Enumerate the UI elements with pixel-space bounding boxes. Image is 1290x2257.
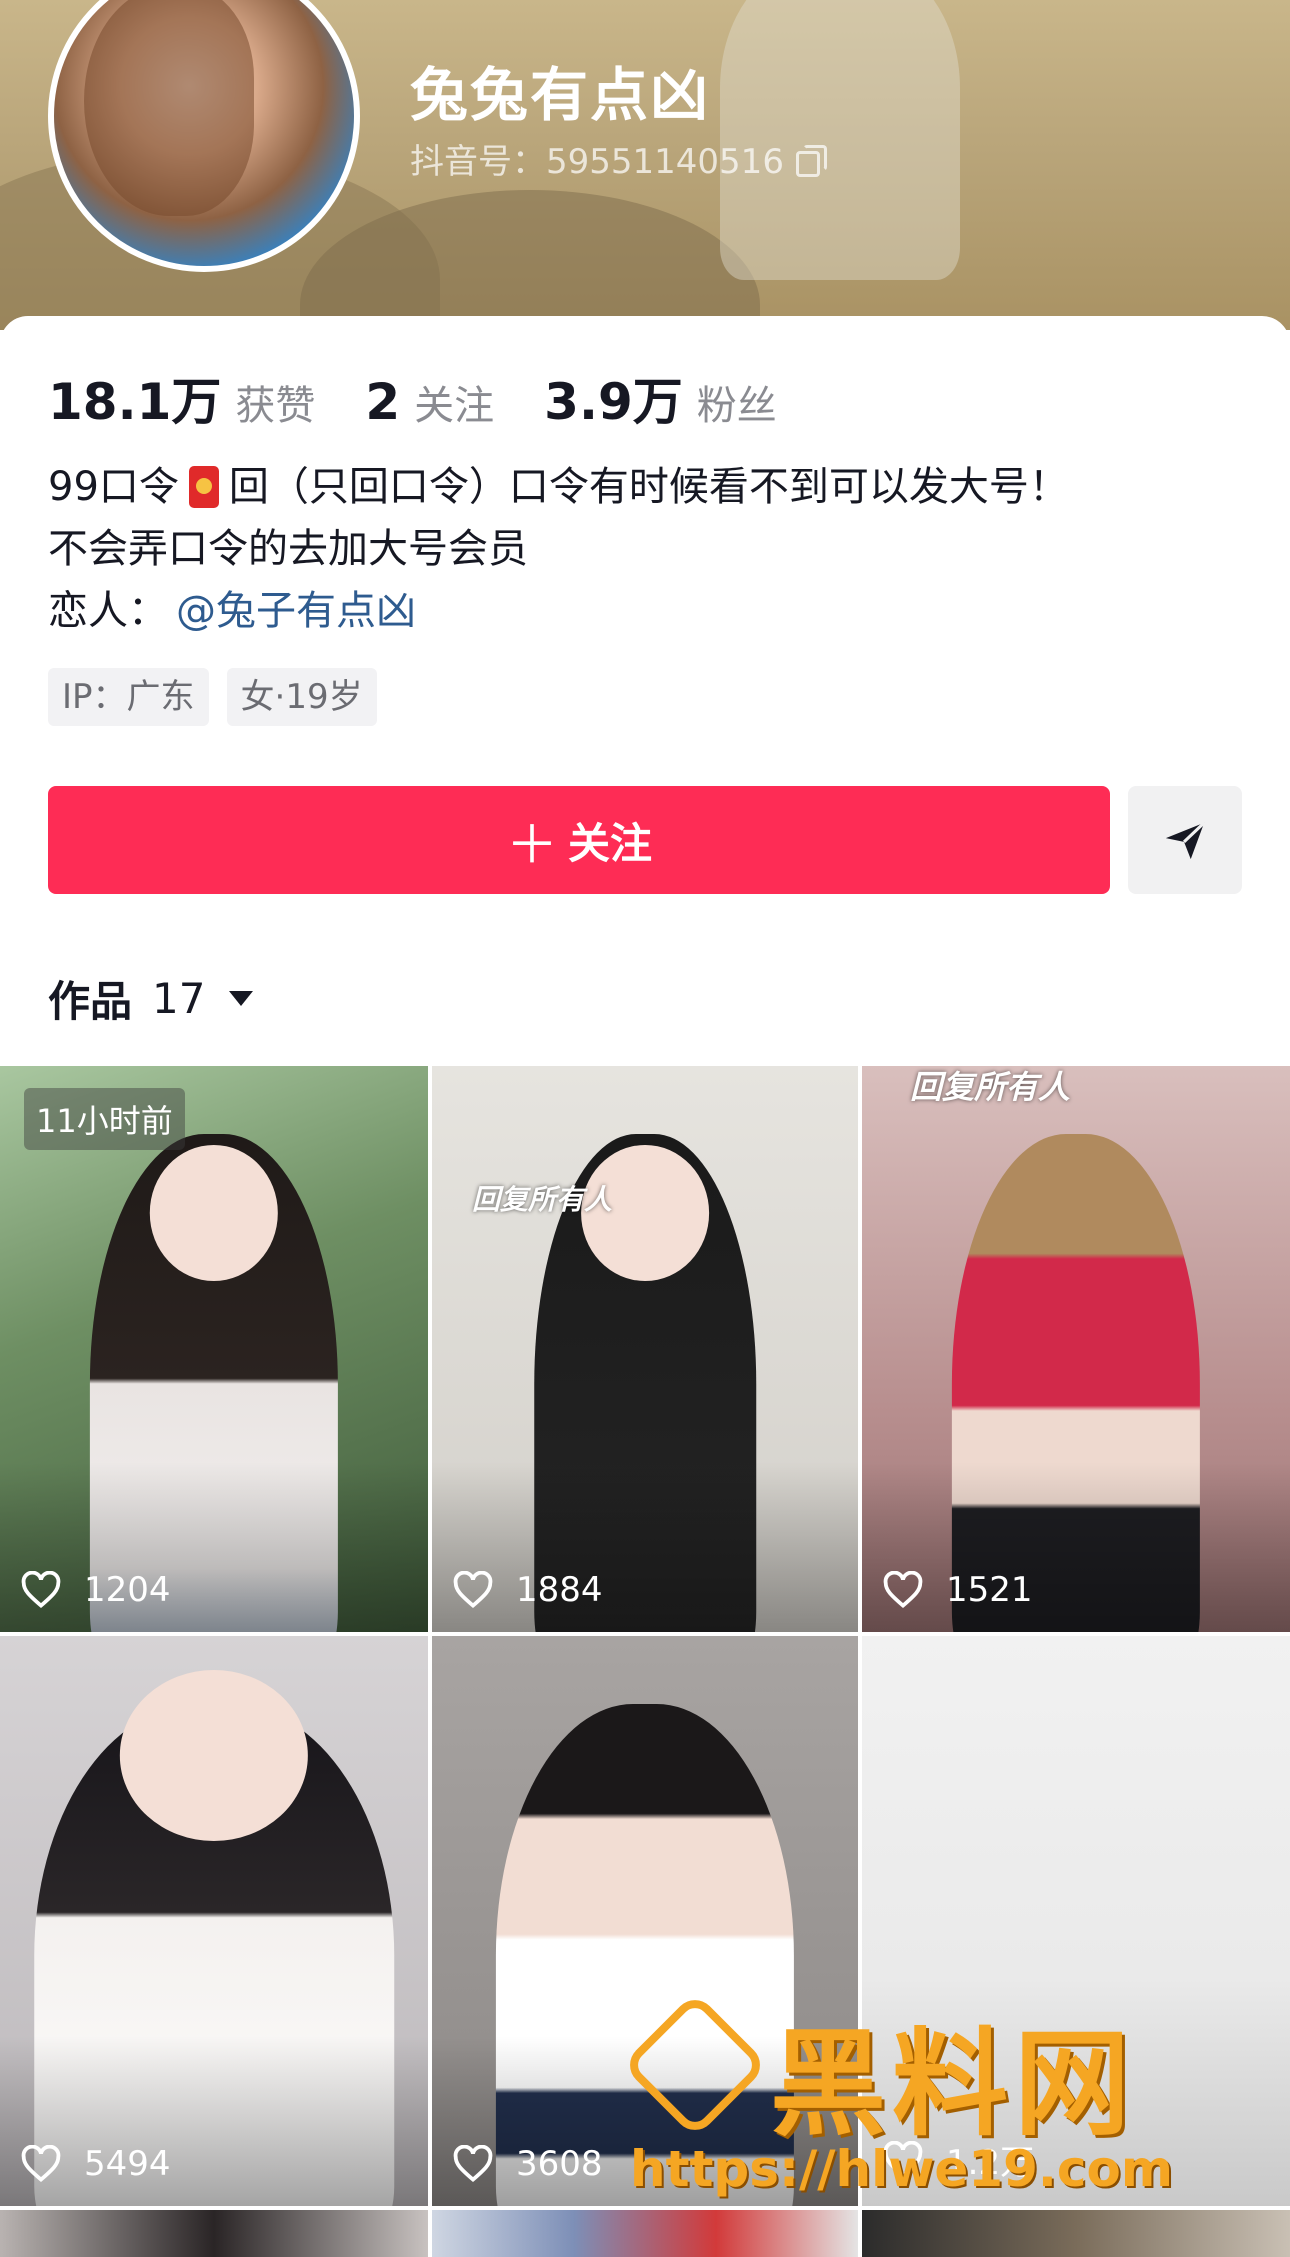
like-count: 1521 [882,1570,1033,1610]
follow-button[interactable]: ＋ 关注 [48,786,1110,894]
video-thumbnail[interactable]: 5494 [0,1636,428,2206]
stat-likes[interactable]: 18.1万 获赞 [48,362,315,434]
watermark-url: https://hlwe19.com [630,2140,1173,2198]
red-packet-icon [188,466,219,508]
like-count-text: 3608 [516,2144,603,2184]
works-count: 17 [152,974,206,1023]
heart-icon [21,2145,61,2183]
bio-partner-label: 恋人： [48,588,168,634]
site-watermark: 黑料网 https://hlwe19.com [621,1990,1250,2200]
video-overlay-text: 回复所有人 [472,1183,613,1216]
caret-down-icon [229,991,254,1006]
bio-line: 恋人： @兔子有点凶 [48,580,1069,642]
like-count-text: 1204 [84,1570,171,1610]
like-count-text: 1521 [946,1570,1033,1610]
heart-icon [453,1571,493,1609]
video-thumbnail[interactable] [432,2210,858,2257]
stat-followers-count: 3.9万 [544,373,683,431]
partner-mention-link[interactable]: @兔子有点凶 [176,580,416,642]
like-count: 1204 [20,1570,171,1610]
watermark-logo-icon [621,1991,769,2139]
ip-location-tag: IP：广东 [48,668,209,726]
heart-icon [883,1571,923,1609]
stat-following[interactable]: 2 关注 [365,373,494,431]
bio-line: 99口令 回（只回口令）口令有时候看不到可以发大号！ [48,456,1069,518]
profile-stats: 18.1万 获赞 2 关注 3.9万 粉丝 [48,362,827,434]
stat-following-count: 2 [365,373,401,431]
stat-followers[interactable]: 3.9万 粉丝 [544,362,777,434]
stat-following-label: 关注 [414,383,495,429]
works-label: 作品 [48,977,133,1026]
video-overlay-text: 回复所有人 [910,1068,1071,1106]
copy-icon[interactable] [795,144,827,177]
watermark-brand: 黑料网 [770,2017,1136,2152]
bio-text: 99口令 [48,464,179,510]
video-thumbnail[interactable]: 回复所有人 1521 [862,1066,1290,1632]
like-count: 1884 [452,1570,603,1610]
like-count-text: 1884 [516,1570,603,1610]
heart-icon [453,2145,493,2183]
message-button[interactable] [1128,786,1242,894]
follow-button-label: 关注 [568,818,653,868]
bio-text: 不会弄口令的去加大号会员 [48,526,528,572]
stat-likes-label: 获赞 [235,383,316,429]
video-thumbnail[interactable]: 11小时前 1204 [0,1066,428,1632]
stat-likes-count: 18.1万 [48,373,222,431]
bio-line: 不会弄口令的去加大号会员 [48,518,1069,580]
plus-icon: ＋ [505,815,558,876]
profile-banner: 兔兔有点凶 抖音号：59551140516 [0,0,1290,330]
publish-time-badge: 11小时前 [24,1088,185,1150]
video-thumbnail[interactable]: 回复所有人 1884 [432,1066,858,1632]
send-icon [1165,821,1206,860]
video-thumbnail[interactable] [0,2210,428,2257]
like-count-text: 5494 [84,2144,171,2184]
douyin-id-text: 抖音号：59551140516 [410,142,784,182]
profile-nickname: 兔兔有点凶 [410,61,711,129]
video-thumbnail[interactable] [862,2210,1290,2257]
bio-text: 回（只回口令）口令有时候看不到可以发大号！ [228,464,1069,510]
like-count: 5494 [20,2144,171,2184]
profile-tags: IP：广东 女·19岁 [48,668,395,726]
profile-bio: 99口令 回（只回口令）口令有时候看不到可以发大号！ 不会弄口令的去加大号会员 … [48,456,1069,642]
tab-works[interactable]: 作品 17 [48,968,254,1029]
like-count: 3608 [452,2144,603,2184]
stat-followers-label: 粉丝 [696,383,777,429]
heart-icon [21,1571,61,1609]
douyin-id: 抖音号：59551140516 [410,134,827,183]
profile-info-card: 18.1万 获赞 2 关注 3.9万 粉丝 99口令 回（只回口令）口令有时候看… [0,316,1290,1066]
gender-age-tag: 女·19岁 [226,668,377,726]
